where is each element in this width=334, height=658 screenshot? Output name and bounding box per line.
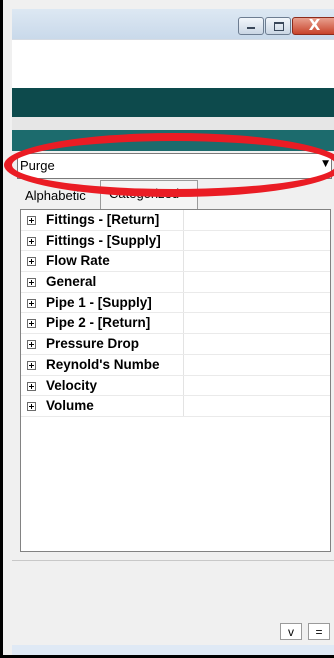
expand-plus-icon[interactable] (27, 402, 36, 412)
category-label: Volume (46, 398, 94, 414)
category-label: Fittings - [Supply] (46, 232, 161, 248)
expand-plus-icon[interactable] (27, 257, 36, 267)
minimize-icon (247, 27, 255, 29)
expand-plus-icon[interactable] (27, 360, 36, 370)
property-grid[interactable]: Fittings - [Return] Fittings - [Supply] … (20, 209, 331, 552)
title-bar[interactable]: X (12, 9, 334, 39)
expand-plus-icon[interactable] (27, 340, 36, 350)
category-row-pressure-drop[interactable]: Pressure Drop (21, 334, 330, 355)
category-label: Pressure Drop (46, 336, 140, 352)
category-label: Velocity (46, 377, 98, 393)
column-divider (183, 313, 184, 334)
column-divider (183, 354, 184, 375)
object-selector-dropdown[interactable]: Purge ▼ (17, 153, 332, 179)
column-divider (183, 210, 184, 230)
column-divider (183, 230, 184, 251)
maximize-icon (274, 22, 284, 31)
column-divider (183, 292, 184, 313)
expand-plus-icon[interactable] (27, 236, 36, 246)
minimize-button[interactable] (238, 17, 264, 35)
category-label: Fittings - [Return] (46, 212, 160, 227)
header-band (12, 88, 334, 117)
column-divider (183, 375, 184, 396)
window-frame: X Purge ▼ Alphabetic Categorized Fitting… (0, 0, 334, 658)
dropdown-arrow-icon[interactable]: ▼ (322, 159, 329, 169)
maximize-button[interactable] (265, 17, 291, 35)
category-label: Flow Rate (46, 253, 110, 269)
separator-band (12, 117, 334, 130)
tab-categorized[interactable]: Categorized (100, 180, 198, 210)
category-label: Pipe 2 - [Return] (46, 315, 151, 331)
category-label: General (46, 274, 97, 290)
object-selector-value: Purge (20, 158, 55, 173)
expand-plus-icon[interactable] (27, 278, 36, 288)
expand-plus-icon[interactable] (27, 298, 36, 308)
expand-plus-icon[interactable] (27, 381, 36, 391)
category-row-general[interactable]: General (21, 272, 330, 293)
toolbar-area (12, 39, 334, 89)
category-label: Reynold's Numbe (46, 356, 160, 372)
category-row-velocity[interactable]: Velocity (21, 375, 330, 397)
category-row-fittings-supply[interactable]: Fittings - [Supply] (21, 230, 330, 252)
description-pane-divider[interactable] (12, 560, 334, 561)
expand-plus-icon[interactable] (27, 319, 36, 329)
category-row-pipe-2-return[interactable]: Pipe 2 - [Return] (21, 313, 330, 335)
column-divider (183, 334, 184, 354)
status-strip (12, 645, 334, 655)
tab-alphabetic[interactable]: Alphabetic (21, 183, 105, 210)
column-divider (183, 251, 184, 272)
v-button[interactable]: v (280, 623, 302, 640)
close-icon: X (308, 16, 321, 34)
column-divider (183, 396, 184, 416)
close-button[interactable]: X (292, 16, 334, 35)
category-row-reynolds-number[interactable]: Reynold's Numbe (21, 354, 330, 376)
properties-dock-header[interactable] (12, 130, 334, 151)
expand-plus-icon[interactable] (27, 216, 36, 225)
category-label: Pipe 1 - [Supply] (46, 294, 152, 310)
category-row-volume[interactable]: Volume (21, 396, 330, 417)
category-row-fittings-return[interactable]: Fittings - [Return] (21, 210, 330, 231)
equals-button[interactable]: = (308, 623, 330, 640)
category-row-pipe-1-supply[interactable]: Pipe 1 - [Supply] (21, 292, 330, 314)
category-row-flow-rate[interactable]: Flow Rate (21, 251, 330, 273)
column-divider (183, 272, 184, 292)
